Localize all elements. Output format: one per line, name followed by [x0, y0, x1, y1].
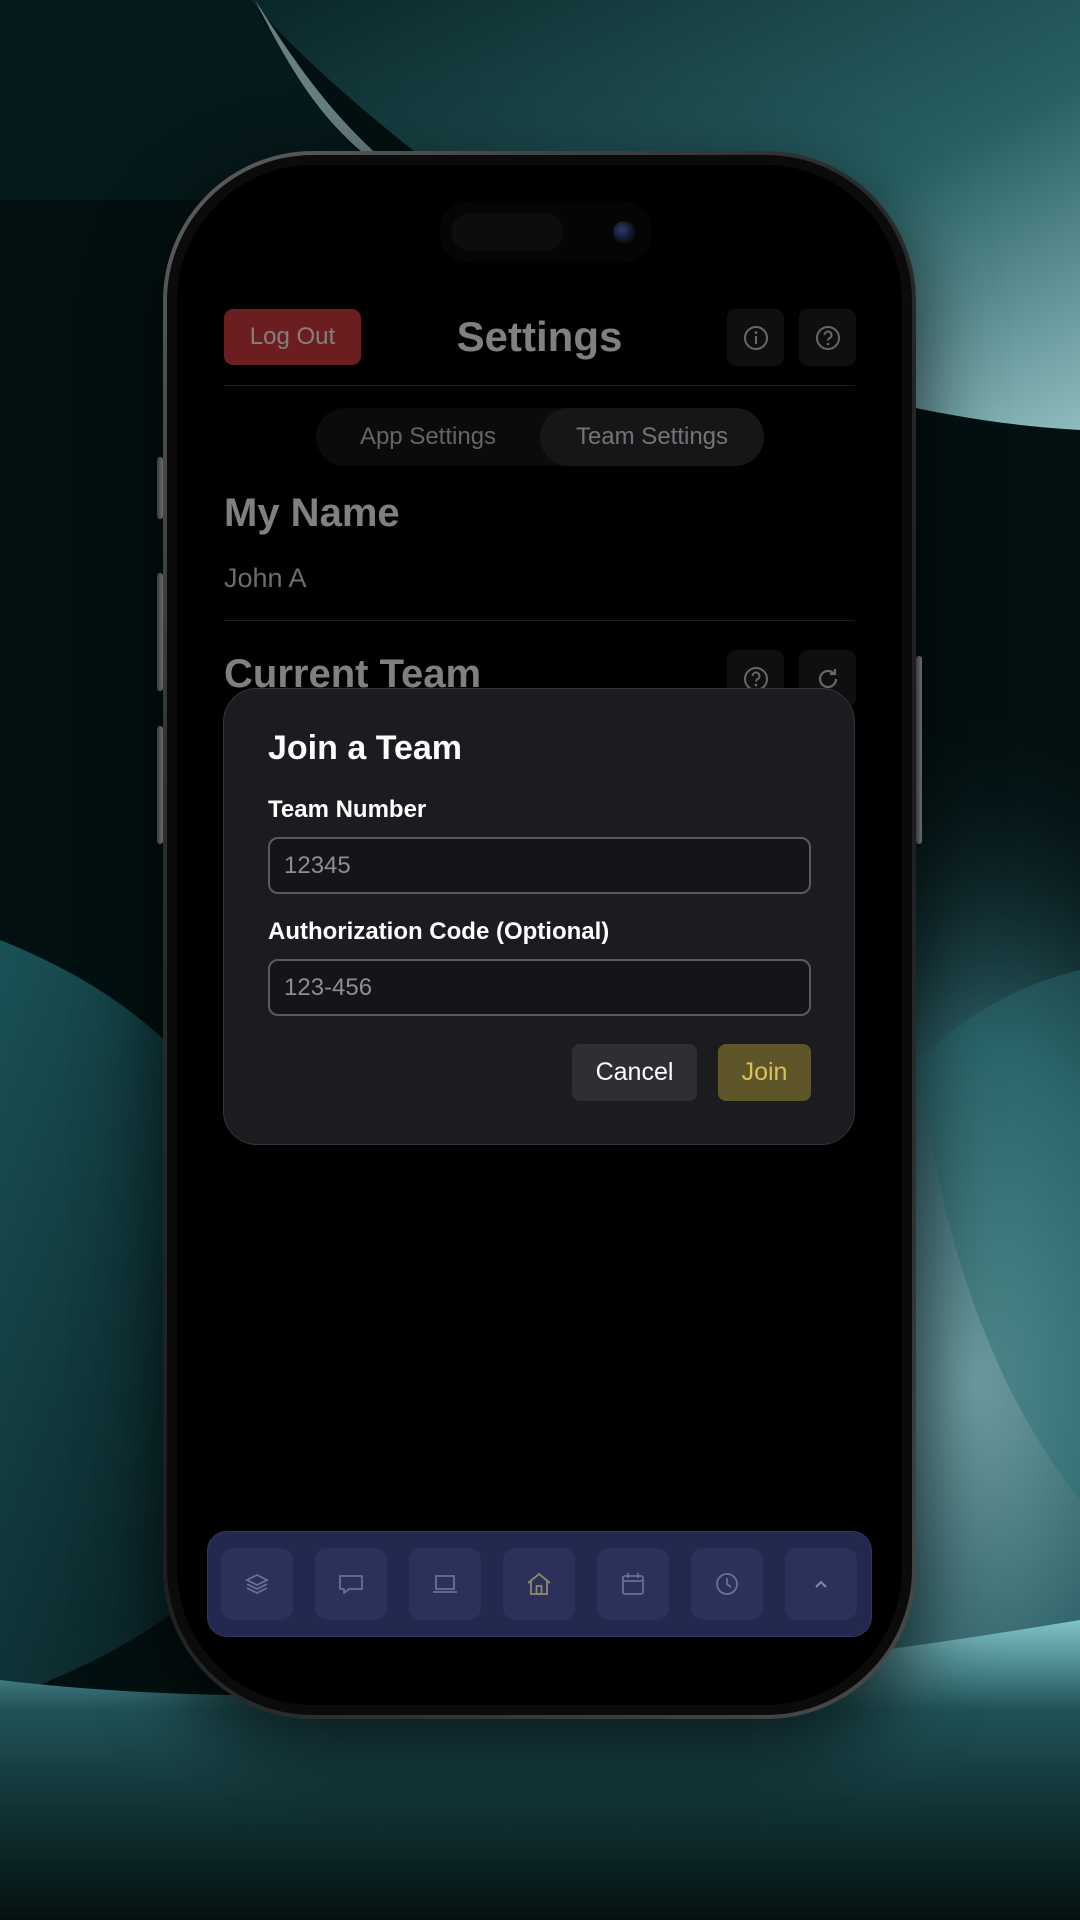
user-name: John A: [224, 563, 307, 593]
power-button: [916, 656, 922, 844]
island-sensor: [451, 213, 563, 251]
home-icon: [527, 1572, 551, 1595]
tab-laptop[interactable]: [409, 1548, 481, 1620]
join-button[interactable]: Join: [718, 1044, 811, 1101]
tab-chat[interactable]: [315, 1548, 387, 1620]
calendar-icon: [622, 1573, 644, 1595]
tab-home[interactable]: [503, 1548, 575, 1620]
header-divider: [224, 385, 855, 386]
layers-icon: [244, 1573, 270, 1595]
clock-icon: [716, 1573, 738, 1595]
team-number-label: Team Number: [268, 796, 427, 823]
laptop-icon: [433, 1575, 457, 1593]
info-button[interactable]: [727, 309, 784, 366]
front-camera: [613, 221, 635, 243]
page-title: Settings: [456, 313, 623, 360]
tab-app-settings[interactable]: App Settings: [316, 408, 540, 466]
chat-icon: [339, 1575, 363, 1594]
info-icon: [743, 325, 768, 350]
action-button: [157, 457, 163, 519]
my-name-heading: My Name: [224, 491, 400, 535]
profile-divider: [224, 620, 855, 621]
modal-title: Join a Team: [268, 729, 462, 767]
tab-clock[interactable]: [691, 1548, 763, 1620]
bottom-tab-bar: [207, 1531, 872, 1637]
chevron-up-icon: [815, 1580, 827, 1588]
volume-up-button: [157, 573, 163, 691]
tab-team-settings[interactable]: Team Settings: [540, 408, 764, 466]
cancel-button[interactable]: Cancel: [572, 1044, 697, 1101]
team-number-input[interactable]: [268, 837, 811, 894]
help-icon: [815, 325, 840, 350]
settings-tabs: App Settings Team Settings: [316, 408, 764, 466]
volume-down-button: [157, 726, 163, 844]
tab-expand[interactable]: [785, 1548, 857, 1620]
phone-screen: Log Out Settings App Settings Team Setti…: [177, 165, 902, 1705]
auth-code-input[interactable]: [268, 959, 811, 1016]
help-button[interactable]: [799, 309, 856, 366]
tab-layers[interactable]: [221, 1548, 293, 1620]
dynamic-island: [439, 201, 653, 263]
auth-code-label: Authorization Code (Optional): [268, 918, 610, 945]
tab-calendar[interactable]: [597, 1548, 669, 1620]
logout-button[interactable]: Log Out: [224, 309, 361, 365]
join-team-modal: Join a Team Team Number Authorization Co…: [223, 688, 855, 1145]
